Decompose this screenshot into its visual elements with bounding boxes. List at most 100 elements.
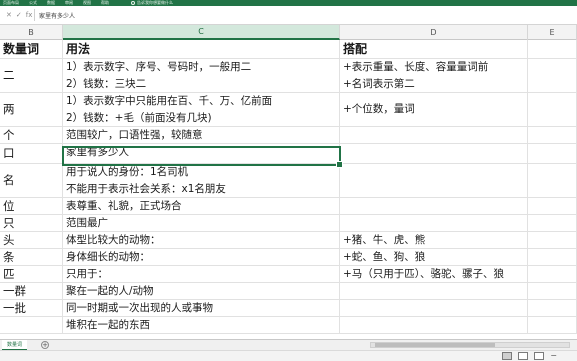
table-row: 二 1）表示数字、序号、号码时，一般用二 2）钱数：三块二 +表示重量、长度、容量量词… bbox=[0, 59, 577, 93]
collocation-cell[interactable] bbox=[340, 300, 528, 316]
usage-cell[interactable]: 范围最广 bbox=[63, 215, 340, 231]
collocation-cell[interactable] bbox=[340, 127, 528, 143]
usage-cell[interactable]: 家里有多少人 bbox=[63, 144, 340, 163]
empty-cell[interactable] bbox=[528, 93, 577, 126]
zoom-out-icon[interactable]: − bbox=[550, 352, 557, 360]
collocation-cell[interactable] bbox=[340, 198, 528, 214]
view-switcher: − bbox=[502, 352, 557, 360]
empty-cell[interactable] bbox=[528, 232, 577, 248]
empty-cell[interactable] bbox=[528, 59, 577, 92]
collocation-cell[interactable] bbox=[340, 215, 528, 231]
usage-cell[interactable]: 堆积在一起的东西 bbox=[63, 317, 340, 333]
measure-word-cell[interactable]: 个 bbox=[0, 127, 63, 143]
fx-icon[interactable]: fx bbox=[26, 11, 33, 19]
usage-cell[interactable]: 身体细长的动物： bbox=[63, 249, 340, 265]
cancel-icon[interactable]: ✕ bbox=[6, 11, 12, 19]
column-headers: B C D E bbox=[0, 25, 577, 40]
column-header-d[interactable]: D bbox=[340, 25, 528, 40]
column-header-b[interactable]: B bbox=[0, 25, 63, 40]
usage-cell[interactable]: 聚在一起的人/动物 bbox=[63, 283, 340, 299]
measure-word-cell[interactable]: 只 bbox=[0, 215, 63, 231]
collocation-cell[interactable] bbox=[340, 164, 528, 197]
table-row: 口家里有多少人 bbox=[0, 144, 577, 164]
measure-word-cell[interactable]: 头 bbox=[0, 232, 63, 248]
usage-line: 范围较广，口语性强，较随意 bbox=[66, 129, 203, 141]
usage-cell[interactable]: 范围较广，口语性强，较随意 bbox=[63, 127, 340, 143]
add-sheet-icon[interactable]: + bbox=[41, 341, 50, 349]
usage-line: 体型比较大的动物： bbox=[66, 234, 161, 246]
empty-cell[interactable] bbox=[528, 283, 577, 299]
empty-cell[interactable] bbox=[528, 266, 577, 282]
collocation-line bbox=[343, 283, 527, 299]
measure-word-cell[interactable]: 两 bbox=[0, 93, 63, 126]
collocation-line bbox=[343, 317, 527, 333]
collocation-cell[interactable] bbox=[340, 283, 528, 299]
empty-cell[interactable] bbox=[528, 127, 577, 143]
usage-line: 只用于： bbox=[66, 268, 108, 280]
collocation-line: +名词表示第二 bbox=[343, 78, 415, 90]
measure-word-cell[interactable]: 二 bbox=[0, 59, 63, 92]
status-bar: − bbox=[0, 350, 577, 361]
measure-word-cell[interactable]: 条 bbox=[0, 249, 63, 265]
header-cell-empty[interactable] bbox=[528, 40, 577, 58]
measure-word-cell[interactable]: 位 bbox=[0, 198, 63, 214]
formula-input[interactable]: 家里有多少人 bbox=[39, 11, 75, 20]
table-row: 一群 聚在一起的人/动物 bbox=[0, 283, 577, 300]
collocation-line bbox=[343, 198, 527, 214]
collocation-line: +蛇、鱼、狗、狼 bbox=[343, 251, 426, 263]
usage-line: 范围最广 bbox=[66, 217, 108, 229]
usage-cell[interactable]: 1）表示数字中只能用在百、千、万、亿前面 2）钱数：+毛（前面没有几块) bbox=[63, 93, 340, 126]
normal-view-icon[interactable] bbox=[502, 352, 513, 360]
measure-word-cell[interactable]: 口 bbox=[0, 144, 63, 163]
collocation-cell[interactable] bbox=[340, 144, 528, 163]
usage-line: 2）钱数：+毛（前面没有几块) bbox=[66, 112, 212, 124]
empty-cell[interactable] bbox=[528, 300, 577, 316]
empty-cell[interactable] bbox=[528, 317, 577, 333]
sheet-tab-measure-words[interactable]: 数量词 bbox=[2, 339, 28, 351]
usage-line: 身体细长的动物： bbox=[66, 251, 150, 263]
table-row: 两 1）表示数字中只能用在百、千、万、亿前面 2）钱数：+毛（前面没有几块) +个位数… bbox=[0, 93, 577, 127]
page-layout-view-icon[interactable] bbox=[518, 352, 529, 360]
usage-cell[interactable]: 表尊重、礼貌，正式场合 bbox=[63, 198, 340, 214]
enter-icon[interactable]: ✓ bbox=[16, 11, 22, 19]
empty-cell[interactable] bbox=[528, 144, 577, 163]
measure-word-cell[interactable]: 一批 bbox=[0, 300, 63, 316]
usage-line: 表尊重、礼貌，正式场合 bbox=[66, 200, 182, 212]
collocation-cell[interactable]: +表示重量、长度、容量量词前 +名词表示第二 bbox=[340, 59, 528, 92]
collocation-cell[interactable]: +个位数，量词 bbox=[340, 93, 528, 126]
table-row: 位表尊重、礼貌，正式场合 bbox=[0, 198, 577, 215]
usage-line: 1）表示数字、序号、号码时，一般用二 bbox=[66, 61, 252, 73]
table-row: 匹只用于： +马（只用于匹）、骆驼、骡子、狼 bbox=[0, 266, 577, 283]
collocation-cell[interactable]: +蛇、鱼、狗、狼 bbox=[340, 249, 528, 265]
empty-cell[interactable] bbox=[528, 164, 577, 197]
table-row: 条身体细长的动物： +蛇、鱼、狗、狼 bbox=[0, 249, 577, 266]
collocation-line: +表示重量、长度、容量量词前 bbox=[343, 61, 489, 73]
usage-cell[interactable]: 体型比较大的动物： bbox=[63, 232, 340, 248]
measure-word-cell[interactable] bbox=[0, 317, 63, 333]
collocation-cell[interactable] bbox=[340, 317, 528, 333]
measure-word-cell[interactable]: 匹 bbox=[0, 266, 63, 282]
horizontal-scrollbar[interactable] bbox=[370, 342, 570, 348]
scrollbar-thumb[interactable] bbox=[375, 343, 495, 347]
page-break-view-icon[interactable] bbox=[534, 352, 545, 360]
usage-cell[interactable]: 用于说人的身份：1名司机 不能用于表示社会关系：x1名朋友 bbox=[63, 164, 340, 197]
usage-cell[interactable]: 只用于： bbox=[63, 266, 340, 282]
empty-cell[interactable] bbox=[528, 198, 577, 214]
usage-cell[interactable]: 1）表示数字、序号、号码时，一般用二 2）钱数：三块二 bbox=[63, 59, 340, 92]
collocation-cell[interactable]: +马（只用于匹）、骆驼、骡子、狼 bbox=[340, 266, 528, 282]
column-header-c[interactable]: C bbox=[63, 25, 340, 40]
usage-cell[interactable]: 同一时期或一次出现的人或事物 bbox=[63, 300, 340, 316]
collocation-line bbox=[343, 215, 527, 231]
header-cell-usage[interactable]: 用法 bbox=[63, 40, 340, 58]
header-cell-collocation[interactable]: 搭配 bbox=[340, 40, 528, 58]
spreadsheet-grid: 数量词 用法 搭配 二 1）表示数字、序号、号码时，一般用二 2）钱数：三块二 +表示… bbox=[0, 40, 577, 339]
table-row: 个范围较广，口语性强，较随意 bbox=[0, 127, 577, 144]
measure-word-cell[interactable]: 名 bbox=[0, 164, 63, 197]
sheet-tab-bar: 数量词 + bbox=[0, 339, 577, 351]
measure-word-cell[interactable]: 一群 bbox=[0, 283, 63, 299]
column-header-e[interactable]: E bbox=[528, 25, 577, 40]
header-cell-measure-word[interactable]: 数量词 bbox=[0, 40, 63, 58]
empty-cell[interactable] bbox=[528, 215, 577, 231]
empty-cell[interactable] bbox=[528, 249, 577, 265]
collocation-cell[interactable]: +猪、牛、虎、熊 bbox=[340, 232, 528, 248]
